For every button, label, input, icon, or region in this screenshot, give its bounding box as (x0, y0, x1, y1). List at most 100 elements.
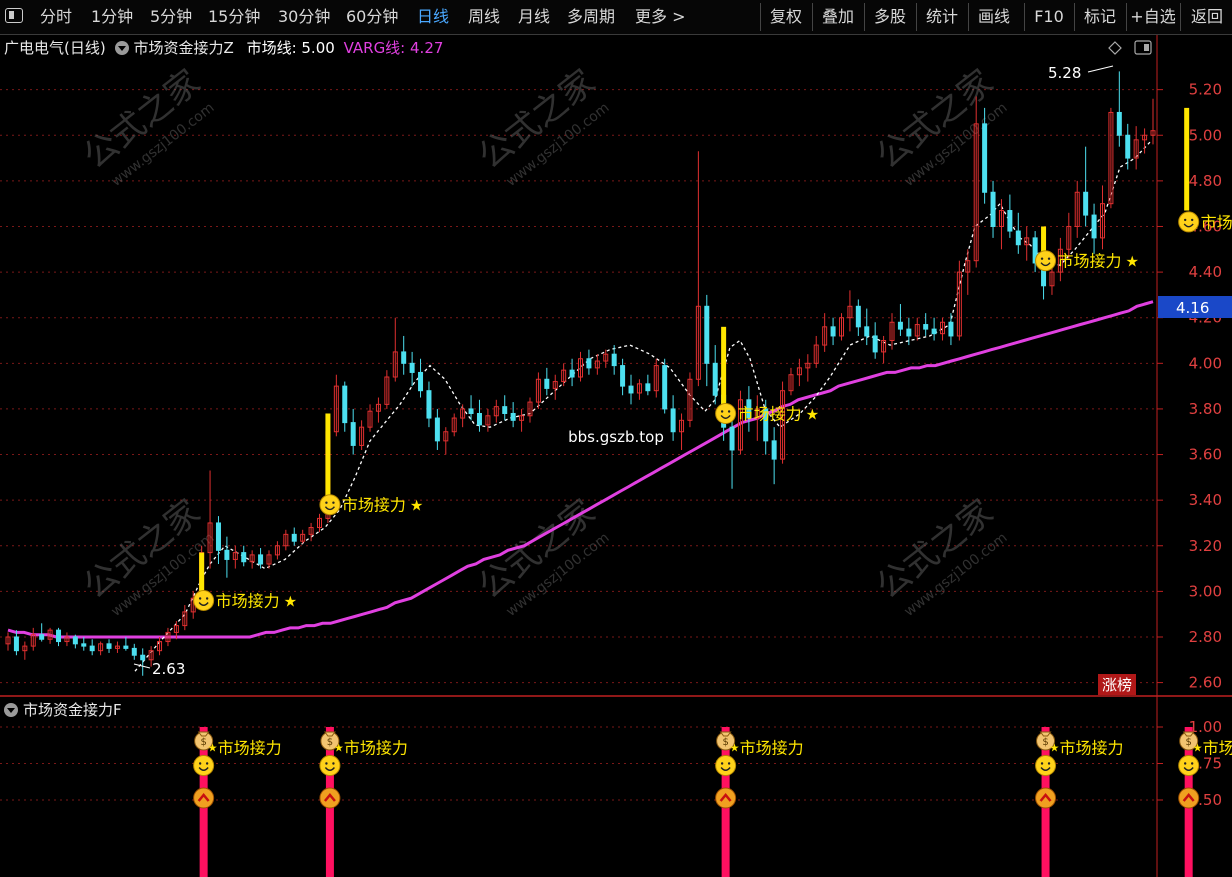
smiley-face (193, 589, 215, 611)
low-arrow (133, 663, 151, 669)
up-arrow-circle (715, 787, 737, 809)
candle-body (897, 321, 903, 330)
y-tick-label: 3.80 (1189, 400, 1222, 418)
candle-body (81, 643, 87, 647)
smiley-face (1178, 755, 1200, 776)
smiley-icon (1035, 250, 1057, 272)
zhangbang-label: 涨榜 (1102, 676, 1132, 694)
period-tab-6[interactable]: 日线 (417, 0, 449, 34)
high-arrow (1087, 65, 1114, 73)
up-arrow-circle (193, 787, 215, 809)
candle-body (510, 412, 516, 421)
candle-body (586, 358, 592, 369)
smiley-face (1035, 755, 1057, 776)
smiley-eye (720, 762, 724, 765)
varg-line-value: VARG线: 4.27 (343, 39, 444, 57)
smiley-eye (198, 762, 202, 765)
smiley-face (319, 494, 341, 516)
candle-body (611, 353, 617, 367)
y-tick-label: 5.00 (1189, 126, 1222, 144)
candle-body (215, 522, 221, 551)
candle-body (401, 351, 407, 364)
action-button-5[interactable]: F10 (1024, 3, 1073, 31)
candle-body (476, 412, 482, 426)
candle-body (291, 533, 297, 542)
action-button-4[interactable]: 画线 (968, 3, 1019, 31)
smiley-face (1035, 250, 1057, 272)
sub-signal-label: 市场接力 (218, 739, 282, 758)
signal-bar (199, 552, 205, 592)
smiley-icon (715, 755, 737, 776)
smiley-eye (1040, 257, 1044, 260)
candle-body (434, 417, 440, 442)
period-tab-9[interactable]: 多周期 (567, 0, 615, 34)
star-icon: ★ (1050, 742, 1060, 755)
money-bag-sign: $ (200, 737, 206, 748)
smiley-icon (319, 755, 341, 776)
signal-bar (1041, 226, 1047, 254)
period-tab-3[interactable]: 15分钟 (208, 0, 260, 34)
action-button-2[interactable]: 多股 (864, 3, 915, 31)
sub-indicator-title[interactable]: 市场资金接力F (4, 699, 122, 721)
smiley-icon (193, 589, 215, 611)
y-tick-label: 4.80 (1189, 172, 1222, 190)
smiley-eye (1183, 218, 1187, 222)
smiley-eye (1040, 762, 1044, 765)
period-tab-2[interactable]: 5分钟 (150, 0, 192, 34)
candle-body (704, 305, 710, 364)
candle-body (712, 362, 718, 396)
action-button-8[interactable]: 返回 (1180, 3, 1232, 31)
sub-signal-label: 市场 (1203, 739, 1232, 758)
candle-body (106, 643, 112, 649)
sub-signal-label: 市场接力 (344, 739, 408, 758)
action-button-6[interactable]: 标记 (1074, 3, 1125, 31)
up-arrow-icon (319, 787, 341, 809)
period-tab-4[interactable]: 30分钟 (278, 0, 330, 34)
star-icon: ★ (208, 742, 218, 755)
low-annotation: 2.63 (152, 660, 185, 678)
smiley-face (715, 755, 737, 776)
action-button-3[interactable]: 统计 (916, 3, 967, 31)
smiley-eye (198, 597, 202, 600)
candle-body (830, 326, 836, 337)
candle-body (56, 629, 62, 643)
candle-body (140, 654, 146, 661)
star-icon: ★ (1193, 742, 1203, 755)
period-tab-1[interactable]: 1分钟 (91, 0, 133, 34)
candle-body (468, 408, 474, 414)
action-button-1[interactable]: 叠加 (812, 3, 863, 31)
candle-body (662, 365, 668, 410)
action-button-0[interactable]: 复权 (760, 3, 811, 31)
smiley-icon (193, 755, 215, 776)
period-tab-5[interactable]: 60分钟 (346, 0, 398, 34)
indicator-name: 市场资金接力Z (133, 39, 234, 57)
period-tab-7[interactable]: 周线 (468, 0, 500, 34)
smiley-icon (1178, 211, 1200, 233)
period-tab-10[interactable]: 更多 > (635, 0, 686, 34)
smiley-eye (205, 597, 209, 600)
period-tab-8[interactable]: 月线 (518, 0, 550, 34)
candle-body (502, 406, 508, 414)
smiley-eye (325, 762, 328, 765)
candle-body (72, 636, 78, 645)
indicator-dropdown[interactable]: 市场资金接力Z (114, 39, 243, 57)
smiley-eye (1183, 762, 1187, 765)
chart-canvas[interactable]: 5.205.004.804.604.404.204.003.803.603.40… (0, 0, 1232, 877)
candle-body (982, 123, 988, 193)
period-tab-0[interactable]: 分时 (40, 0, 72, 34)
smiley-face (193, 755, 215, 776)
chevron-down-icon (114, 41, 129, 55)
menu-icon[interactable] (5, 8, 23, 23)
candle-body (544, 378, 550, 389)
market-line-value: 市场线: 5.00 (246, 39, 335, 57)
star-icon: ★ (730, 742, 740, 755)
candle-body (864, 326, 870, 337)
candle-body (990, 191, 996, 227)
signal-bar (1184, 107, 1190, 211)
money-bag-sign: $ (1042, 737, 1048, 748)
up-arrow-circle (1035, 787, 1057, 809)
candle-body (569, 369, 575, 378)
action-button-7[interactable]: +自选 (1126, 3, 1179, 31)
smiley-eye (332, 501, 335, 504)
candle-body (224, 549, 230, 560)
